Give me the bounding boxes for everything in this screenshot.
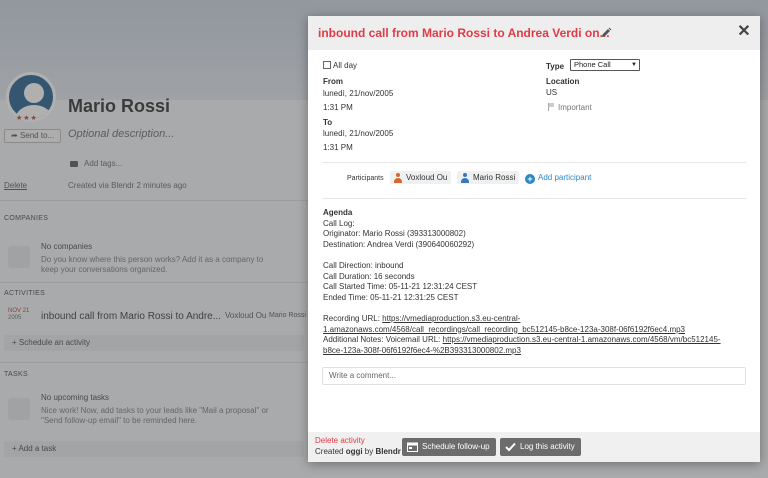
location-value[interactable]: US — [546, 88, 557, 97]
agenda-line: Ended Time: 05-11-21 12:31:25 CEST — [323, 292, 459, 302]
agenda-line: Call Log: — [323, 218, 355, 228]
type-value: Phone Call — [574, 60, 611, 69]
agenda-line: Originator: Mario Rossi (393313000802) — [323, 229, 466, 239]
person-icon — [393, 173, 402, 183]
add-participant-label: Add participant — [538, 173, 592, 182]
voicemail-url-link[interactable]: b8ce-123a-308f-06f6192f6ec4-%2B393313000… — [323, 346, 521, 355]
created-by: by — [362, 447, 376, 456]
important-toggle[interactable]: Important — [548, 103, 592, 112]
recording-url-link[interactable]: 1.amazonaws.com/4568/call_recordings/cal… — [323, 325, 685, 334]
participant-name: Mario Rossi — [473, 173, 516, 182]
created-prefix: Created — [315, 447, 346, 456]
add-participant-button[interactable]: + Add participant — [525, 173, 591, 184]
agenda-title: Agenda — [323, 208, 353, 217]
delete-activity-link[interactable]: Delete activity — [315, 436, 365, 445]
flag-icon — [548, 103, 554, 111]
recording-label: Recording URL: — [323, 313, 383, 323]
important-label: Important — [558, 103, 592, 112]
type-select[interactable]: Phone Call ▼ — [570, 59, 640, 71]
activity-modal: inbound call from Mario Rossi to Andrea … — [308, 16, 760, 462]
agenda-line: Call Duration: 16 seconds — [323, 271, 415, 281]
chevron-down-icon: ▼ — [631, 62, 637, 68]
all-day-checkbox[interactable]: All day — [323, 61, 357, 70]
notes-url-line: Additional Notes: Voicemail URL: https:/… — [323, 335, 748, 346]
checkmark-icon — [505, 442, 516, 452]
created-source: Blendr — [375, 447, 401, 456]
voicemail-url-link[interactable]: https://vmediaproduction.s3.eu-central-1… — [443, 335, 721, 344]
divider — [322, 198, 746, 199]
to-date[interactable]: lunedì, 21/nov/2005 — [323, 129, 393, 138]
close-button[interactable]: ✕ — [736, 23, 752, 41]
schedule-follow-up-label: Schedule follow-up — [422, 442, 490, 451]
location-label: Location — [546, 77, 580, 86]
type-label: Type — [546, 62, 565, 71]
from-time[interactable]: 1:31 PM — [323, 103, 353, 112]
recording-url-line: Recording URL: https://vmediaproduction.… — [323, 314, 748, 325]
log-activity-label: Log this activity — [520, 442, 575, 451]
all-day-label: All day — [333, 61, 358, 70]
created-info: Created oggi by Blendr — [315, 447, 401, 456]
recording-url-link[interactable]: https://vmediaproduction.s3.eu-central- — [382, 314, 520, 323]
agenda-line: Call Started Time: 05-11-21 12:31:24 CES… — [323, 282, 478, 292]
pencil-icon[interactable] — [600, 27, 612, 39]
modal-header: inbound call from Mario Rossi to Andrea … — [308, 16, 760, 50]
to-time[interactable]: 1:31 PM — [323, 143, 353, 152]
modal-title[interactable]: inbound call from Mario Rossi to Andrea … — [318, 26, 610, 40]
created-when: oggi — [345, 447, 363, 456]
comment-input[interactable]: Write a comment... — [322, 367, 746, 385]
person-icon — [460, 173, 469, 183]
modal-footer: Delete activity Created oggi by Blendr S… — [308, 432, 760, 462]
to-label: To — [323, 118, 333, 127]
plus-circle-icon: + — [525, 174, 535, 184]
participants-label: Participants — [347, 175, 384, 182]
participant-name: Voxloud Ou — [406, 173, 448, 182]
agenda-section[interactable]: Agenda Call Log: Originator: Mario Rossi… — [323, 208, 748, 356]
schedule-follow-up-button[interactable]: Schedule follow-up — [402, 438, 496, 456]
from-label: From — [323, 77, 343, 86]
from-date[interactable]: lunedì, 21/nov/2005 — [323, 89, 393, 98]
participant-chip[interactable]: Mario Rossi — [457, 171, 520, 184]
divider — [322, 162, 746, 163]
agenda-line: Destination: Andrea Verdi (390640060292) — [323, 239, 475, 249]
calendar-icon — [407, 442, 418, 452]
checkbox-box[interactable] — [323, 61, 331, 69]
participant-chip[interactable]: Voxloud Ou — [390, 171, 452, 184]
log-activity-button[interactable]: Log this activity — [500, 438, 581, 456]
notes-label: Additional Notes: Voicemail URL: — [323, 335, 443, 345]
agenda-line: Call Direction: inbound — [323, 260, 404, 270]
